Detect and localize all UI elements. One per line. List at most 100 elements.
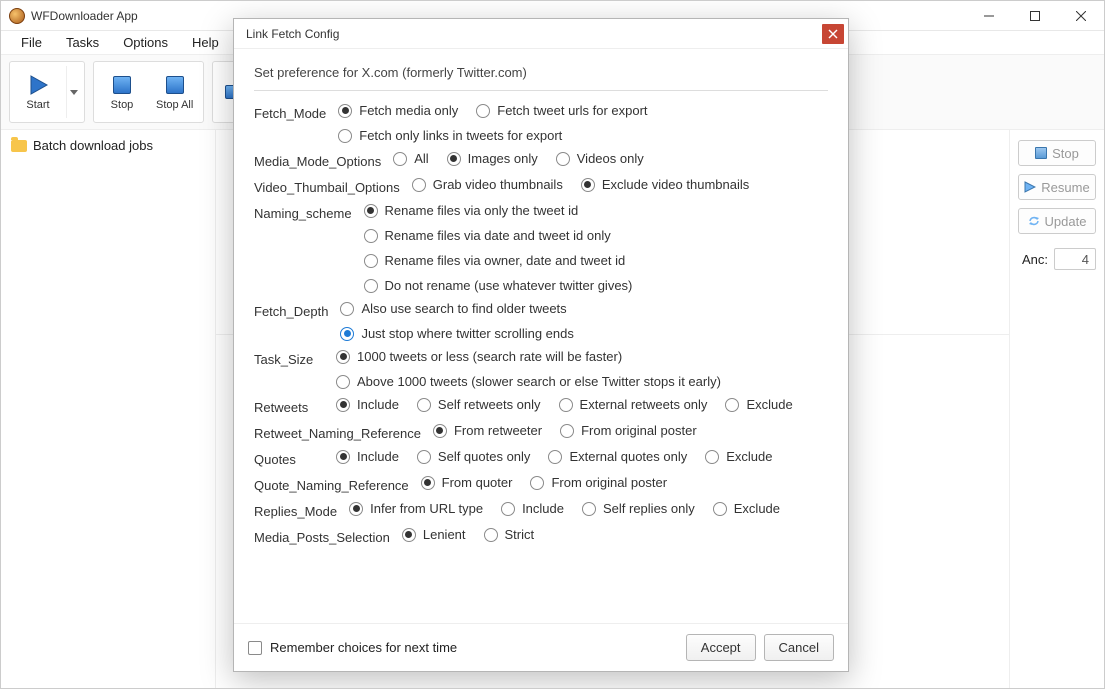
anc-value: 4 xyxy=(1082,252,1089,267)
radio-icon xyxy=(484,528,498,542)
radio-option[interactable]: Strict xyxy=(484,527,535,542)
radio-option[interactable]: Lenient xyxy=(402,527,466,542)
radio-option[interactable]: Above 1000 tweets (slower search or else… xyxy=(336,374,721,389)
radio-option[interactable]: Exclude video thumbnails xyxy=(581,177,749,192)
row-label: Video_Thumbail_Options xyxy=(254,177,400,195)
radio-option[interactable]: Self replies only xyxy=(582,501,695,516)
row-options: Infer from URL type Include Self replies o… xyxy=(349,501,828,516)
radio-label: Rename files via owner, date and tweet i… xyxy=(385,253,626,268)
radio-option[interactable]: External quotes only xyxy=(548,449,687,464)
radio-option[interactable]: Grab video thumbnails xyxy=(412,177,563,192)
radio-label: Also use search to find older tweets xyxy=(361,301,566,316)
row-options: Fetch media only Fetch tweet urls for exp… xyxy=(338,103,828,143)
row-options: Include Self quotes only External quotes o… xyxy=(336,449,828,464)
radio-option[interactable]: Videos only xyxy=(556,151,644,166)
start-dropdown[interactable] xyxy=(66,66,80,118)
link-fetch-config-dialog: Link Fetch Config Set preference for X.c… xyxy=(233,18,849,672)
panel-stop-button[interactable]: Stop xyxy=(1018,140,1096,166)
row-naming: Naming_schemeRename files via only the t… xyxy=(254,203,828,293)
row-fetch-depth: Fetch_DepthAlso use search to find older… xyxy=(254,301,828,341)
radio-icon xyxy=(417,450,431,464)
stop-button[interactable]: Stop xyxy=(98,66,146,118)
radio-icon xyxy=(705,450,719,464)
radio-option[interactable]: Rename files via owner, date and tweet i… xyxy=(364,253,626,268)
radio-icon xyxy=(476,104,490,118)
window-controls xyxy=(966,1,1104,31)
menu-help[interactable]: Help xyxy=(182,32,229,53)
tree-item-batch-jobs[interactable]: Batch download jobs xyxy=(1,134,215,157)
radio-icon xyxy=(338,129,352,143)
row-label: Media_Posts_Selection xyxy=(254,527,390,545)
cancel-button[interactable]: Cancel xyxy=(764,634,834,661)
radio-icon xyxy=(501,502,515,516)
radio-option[interactable]: Do not rename (use whatever twitter give… xyxy=(364,278,633,293)
stop-label: Stop xyxy=(111,99,134,111)
radio-label: Grab video thumbnails xyxy=(433,177,563,192)
panel-resume-button[interactable]: Resume xyxy=(1018,174,1096,200)
radio-option[interactable]: Fetch media only xyxy=(338,103,458,118)
row-retweet-ref: Retweet_Naming_Reference From retweeter Fr… xyxy=(254,423,828,441)
app-title: WFDownloader App xyxy=(31,9,138,23)
radio-option[interactable]: External retweets only xyxy=(559,397,708,412)
row-options: Include Self retweets only External retwee… xyxy=(336,397,828,412)
row-media-posts: Media_Posts_Selection Lenient Strict xyxy=(254,527,828,545)
panel-update-button[interactable]: Update xyxy=(1018,208,1096,234)
stop-icon xyxy=(113,76,131,94)
close-icon xyxy=(1076,11,1086,21)
row-options: Grab video thumbnails Exclude video thumb… xyxy=(412,177,828,192)
radio-icon xyxy=(364,204,378,218)
radio-label: Exclude xyxy=(746,397,792,412)
row-media-mode: Media_Mode_OptionsAllImages onlyVideos o… xyxy=(254,151,828,169)
radio-option[interactable]: From retweeter xyxy=(433,423,542,438)
row-label: Retweet_Naming_Reference xyxy=(254,423,421,441)
row-task-size: Task_Size1000 tweets or less (search rat… xyxy=(254,349,828,389)
dialog-close-button[interactable] xyxy=(822,24,844,44)
stop-all-button[interactable]: Stop All xyxy=(150,66,199,118)
radio-option[interactable]: Exclude xyxy=(705,449,772,464)
radio-option[interactable]: Also use search to find older tweets xyxy=(340,301,566,316)
menu-options[interactable]: Options xyxy=(113,32,178,53)
radio-option[interactable]: Include xyxy=(336,449,399,464)
minimize-button[interactable] xyxy=(966,1,1012,31)
radio-option[interactable]: From original poster xyxy=(560,423,697,438)
toolbar-group-start: Start xyxy=(9,61,85,123)
radio-label: From original poster xyxy=(551,475,667,490)
radio-label: From original poster xyxy=(581,423,697,438)
start-label: Start xyxy=(26,99,49,111)
anc-input[interactable]: 4 xyxy=(1054,248,1096,270)
radio-option[interactable]: Rename files via date and tweet id only xyxy=(364,228,611,243)
radio-option[interactable]: Self retweets only xyxy=(417,397,541,412)
radio-option[interactable]: Include xyxy=(336,397,399,412)
radio-option[interactable]: Exclude xyxy=(713,501,780,516)
radio-option[interactable]: Exclude xyxy=(725,397,792,412)
dialog-titlebar[interactable]: Link Fetch Config xyxy=(234,19,848,49)
remember-checkbox[interactable]: Remember choices for next time xyxy=(248,640,457,655)
radio-option[interactable]: Infer from URL type xyxy=(349,501,483,516)
radio-option[interactable]: Just stop where twitter scrolling ends xyxy=(340,326,573,341)
radio-icon xyxy=(725,398,739,412)
radio-option[interactable]: From quoter xyxy=(421,475,513,490)
radio-option[interactable]: All xyxy=(393,151,428,166)
radio-option[interactable]: Fetch tweet urls for export xyxy=(476,103,647,118)
dialog-body: Set preference for X.com (formerly Twitt… xyxy=(234,49,848,623)
start-button[interactable]: Start xyxy=(14,66,62,118)
radio-icon xyxy=(364,279,378,293)
radio-label: Rename files via date and tweet id only xyxy=(385,228,611,243)
accept-button[interactable]: Accept xyxy=(686,634,756,661)
radio-option[interactable]: Rename files via only the tweet id xyxy=(364,203,579,218)
radio-icon xyxy=(336,375,350,389)
checkbox-icon xyxy=(248,641,262,655)
row-fetch-mode: Fetch_ModeFetch media onlyFetch tweet ur… xyxy=(254,103,828,143)
radio-label: Strict xyxy=(505,527,535,542)
radio-option[interactable]: Include xyxy=(501,501,564,516)
radio-option[interactable]: Images only xyxy=(447,151,538,166)
radio-option[interactable]: 1000 tweets or less (search rate will be… xyxy=(336,349,622,364)
radio-option[interactable]: Fetch only links in tweets for export xyxy=(338,128,562,143)
maximize-button[interactable] xyxy=(1012,1,1058,31)
radio-option[interactable]: Self quotes only xyxy=(417,449,531,464)
menu-file[interactable]: File xyxy=(11,32,52,53)
menu-tasks[interactable]: Tasks xyxy=(56,32,109,53)
radio-option[interactable]: From original poster xyxy=(530,475,667,490)
close-button[interactable] xyxy=(1058,1,1104,31)
radio-icon xyxy=(582,502,596,516)
